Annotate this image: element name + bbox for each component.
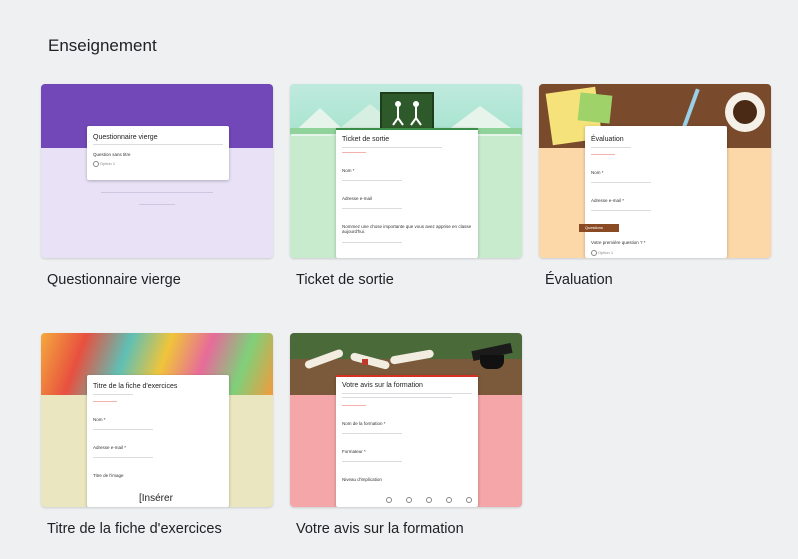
field-label: Nom * bbox=[342, 168, 355, 173]
section-tag: Questions bbox=[579, 224, 619, 232]
radio-icon bbox=[93, 161, 99, 167]
radio-icon bbox=[386, 497, 392, 503]
radio-icon bbox=[591, 250, 597, 256]
field-label: Nom * bbox=[93, 417, 106, 422]
field-label: Niveau d'implication bbox=[342, 477, 382, 482]
radio-icon bbox=[466, 497, 472, 503]
field-label: Formateur * bbox=[342, 449, 366, 454]
sheet-title: Évaluation bbox=[591, 136, 624, 143]
template-thumbnail[interactable]: Titre de la fiche d'exercices Nom * Adre… bbox=[41, 333, 273, 507]
field-label: Adresse e-mail * bbox=[591, 198, 625, 203]
sheet-title: Votre avis sur la formation bbox=[342, 382, 423, 389]
template-card-blank[interactable]: Questionnaire vierge Question sans titre… bbox=[41, 84, 273, 288]
field-label: Nom de la formation * bbox=[342, 421, 386, 426]
template-thumbnail[interactable]: Évaluation Nom * Adresse e-mail * Questi… bbox=[539, 84, 771, 258]
template-label[interactable]: Questionnaire vierge bbox=[47, 272, 181, 288]
option-label: Option 1 bbox=[598, 250, 614, 255]
template-label[interactable]: Évaluation bbox=[545, 272, 613, 288]
template-thumbnail[interactable]: Ticket de sortie Nom * Adresse e-mail No… bbox=[290, 84, 522, 258]
template-label[interactable]: Votre avis sur la formation bbox=[296, 521, 464, 537]
template-card-exit-ticket[interactable]: Ticket de sortie Nom * Adresse e-mail No… bbox=[290, 84, 522, 288]
insert-placeholder: [Insérer bbox=[139, 493, 173, 504]
template-label[interactable]: Titre de la fiche d'exercices bbox=[47, 521, 222, 537]
field-label: Nom * bbox=[591, 170, 604, 175]
question-label: Votre première question ? * bbox=[591, 240, 646, 245]
section-title: Enseignement bbox=[48, 36, 157, 55]
template-label[interactable]: Ticket de sortie bbox=[296, 272, 394, 288]
sheet-title: Questionnaire vierge bbox=[93, 134, 158, 141]
sheet-title: Titre de la fiche d'exercices bbox=[93, 383, 178, 390]
template-card-worksheet[interactable]: Titre de la fiche d'exercices Nom * Adre… bbox=[41, 333, 273, 537]
radio-icon bbox=[426, 497, 432, 503]
field-label: Nommez une chose importante que vous ave… bbox=[342, 224, 472, 234]
field-label: Adresse e-mail * bbox=[93, 445, 127, 450]
template-thumbnail[interactable]: Votre avis sur la formation Nom de la fo… bbox=[290, 333, 522, 507]
radio-icon bbox=[446, 497, 452, 503]
template-card-evaluation[interactable]: Évaluation Nom * Adresse e-mail * Questi… bbox=[539, 84, 771, 288]
sheet-title: Ticket de sortie bbox=[342, 136, 390, 143]
field-label: Adresse e-mail bbox=[342, 196, 373, 201]
radio-icon bbox=[406, 497, 412, 503]
question-label: Question sans titre bbox=[93, 152, 131, 157]
template-card-training-feedback[interactable]: Votre avis sur la formation Nom de la fo… bbox=[290, 333, 522, 537]
option-label: Option 1 bbox=[100, 161, 116, 166]
template-thumbnail[interactable]: Questionnaire vierge Question sans titre… bbox=[41, 84, 273, 258]
field-label: Titre de l'image bbox=[93, 473, 124, 478]
exit-sign-icon bbox=[380, 92, 434, 132]
